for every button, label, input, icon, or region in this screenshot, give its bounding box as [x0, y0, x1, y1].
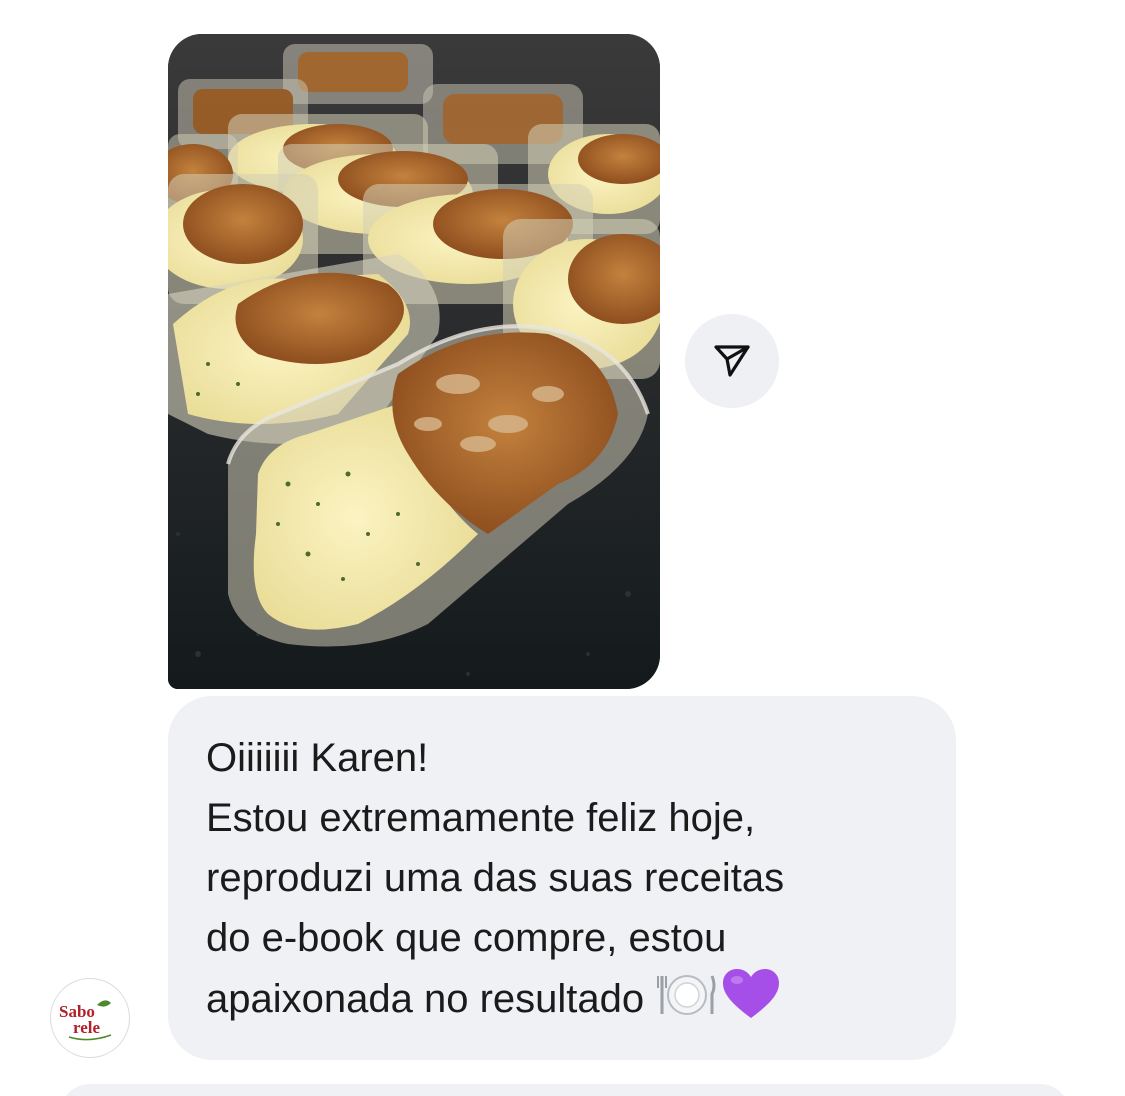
text-message-bubble[interactable]: Oiiiiiii Karen! Estou extremamente feliz…	[168, 696, 956, 1060]
share-button[interactable]	[685, 314, 779, 408]
brand-logo: Sabo rele	[59, 1000, 112, 1041]
message-line: reproduzi uma das suas receitas	[206, 856, 785, 900]
message-text: apaixonada no resultado	[206, 977, 645, 1021]
photo-message[interactable]	[168, 34, 660, 689]
plate-emoji-icon	[656, 970, 718, 1037]
message-line-last: apaixonada no resultado	[206, 968, 916, 1037]
meal-containers-image	[168, 34, 660, 689]
next-message-bubble[interactable]	[60, 1084, 1070, 1096]
send-icon	[714, 345, 750, 377]
message-line: do e-book que compre, estou	[206, 916, 727, 960]
sender-avatar[interactable]: Sabo rele	[50, 978, 130, 1058]
message-line: Oiiiiiii Karen!	[206, 736, 429, 780]
message-line: Estou extremamente feliz hoje,	[206, 796, 756, 840]
purple-heart-icon	[722, 968, 780, 1037]
logo-text-bottom: rele	[73, 1018, 101, 1037]
chat-screen: Oiiiiiii Karen! Estou extremamente feliz…	[0, 0, 1125, 1096]
